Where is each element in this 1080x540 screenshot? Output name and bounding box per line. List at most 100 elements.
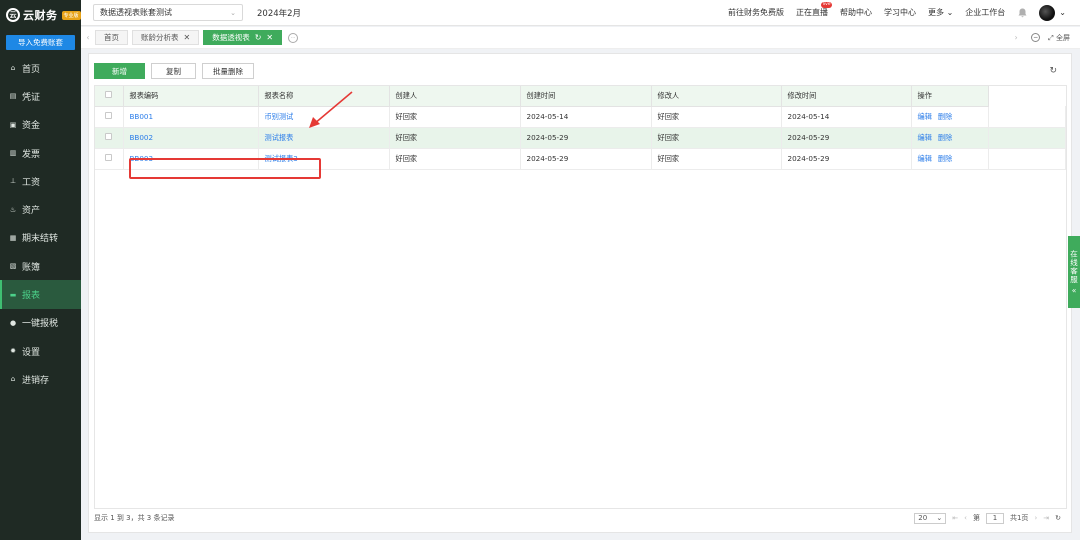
close-icon[interactable]: ✕ [266, 33, 273, 42]
more-menu[interactable]: 更多 ⌄ [928, 7, 953, 18]
avatar[interactable] [1039, 4, 1056, 21]
next-page-icon[interactable]: › [1034, 514, 1037, 522]
sidebar-item-label: 期末结转 [22, 234, 59, 245]
report-name-link[interactable]: 测试报表 [265, 133, 294, 142]
report-code-link[interactable]: BB003 [130, 154, 154, 163]
row-checkbox[interactable] [105, 154, 113, 161]
table-row[interactable]: BB003 测试报表3 好回家 2024-05-29 好回家 2024-05-29 编辑 删除 [95, 148, 1067, 170]
sidebar-item-voucher[interactable]: ▤ 凭证 [0, 82, 81, 110]
first-page-icon[interactable]: ⇤ [952, 514, 958, 522]
page-size-select[interactable]: 20 ⌄ [914, 512, 947, 524]
link-enterprise-workbench[interactable]: 企业工作台 [965, 7, 1005, 18]
add-button[interactable]: 新增 [94, 63, 145, 79]
tabs-scroll-left-icon[interactable]: ‹ [81, 33, 95, 42]
more-tabs-icon[interactable]: ··· [288, 32, 299, 43]
report-code-link[interactable]: BB001 [130, 112, 154, 121]
sidebar-item-fund[interactable]: ▣ 资金 [0, 111, 81, 139]
select-all-checkbox[interactable] [105, 91, 113, 99]
row-select-cell [95, 148, 124, 170]
sidebar-item-label: 报表 [22, 291, 41, 302]
sidebar: 云 云财务 专业版 导入免费账套 ⌂ 首页 ▤ 凭证 ▣ 资金 ▥ 发票 ⊥ 工资 ♨ 资产 ▦ 期末结转… [0, 0, 81, 540]
row-checkbox[interactable] [105, 112, 113, 119]
sidebar-item-settings[interactable]: ✹ 设置 [0, 337, 81, 365]
refresh-icon[interactable]: ↻ [255, 33, 262, 42]
inventory-icon: ⌂ [10, 375, 16, 384]
delete-link[interactable]: 删除 [938, 154, 952, 163]
edit-link[interactable]: 编辑 [918, 154, 932, 163]
column-header-name[interactable]: 报表名称 [258, 86, 390, 107]
tab-home[interactable]: 首页 [95, 30, 128, 45]
more-menu-label: 更多 [928, 8, 945, 17]
salary-icon: ⊥ [9, 177, 17, 186]
sidebar-item-report[interactable]: ▬ 报表 [0, 280, 81, 309]
sidebar-item-tax[interactable]: ● 一键报税 [0, 309, 81, 337]
cell-modified: 2024-05-14 [781, 106, 912, 128]
close-all-icon[interactable]: − [1031, 33, 1041, 42]
row-checkbox[interactable] [105, 133, 113, 140]
accounting-period[interactable]: 2024年2月 [257, 7, 301, 19]
link-free-version[interactable]: 前往财务免费版 [728, 7, 784, 18]
page-number-input[interactable]: 1 [985, 512, 1004, 524]
table-row[interactable]: BB002 测试报表 好回家 2024-05-29 好回家 2024-05-29 编辑 删除 [95, 127, 1067, 149]
tabs-scroll-right-icon[interactable]: › [1009, 33, 1023, 42]
link-learning-center[interactable]: 学习中心 [884, 7, 916, 18]
sidebar-item-asset[interactable]: ♨ 资产 [0, 195, 81, 223]
tab-pivot-table[interactable]: 数据透视表 ↻ ✕ [203, 30, 283, 45]
sidebar-item-ledger[interactable]: ▧ 账簿 [0, 252, 81, 280]
report-name-link[interactable]: 币别测试 [265, 112, 294, 121]
cell-code[interactable]: BB003 [123, 148, 259, 170]
cell-name[interactable]: 测试报表3 [258, 148, 390, 170]
sidebar-item-period-close[interactable]: ▦ 期末结转 [0, 224, 81, 252]
column-header-created[interactable]: 创建时间 [520, 86, 652, 107]
cell-code[interactable]: BB002 [123, 127, 259, 149]
chevron-down-icon[interactable]: ⌄ [1059, 8, 1066, 17]
last-page-icon[interactable]: ⇥ [1043, 514, 1049, 522]
cell-name[interactable]: 测试报表 [258, 127, 390, 149]
page-prefix: 第 [972, 514, 980, 522]
prev-page-icon[interactable]: ‹ [964, 514, 967, 522]
fullscreen-button[interactable]: ⤢ 全屏 [1048, 33, 1070, 43]
bell-icon[interactable] [1017, 8, 1027, 18]
close-icon[interactable]: ✕ [184, 33, 191, 42]
column-header-modified[interactable]: 修改时间 [781, 86, 912, 107]
live-badge: live [821, 2, 833, 8]
refresh-icon[interactable]: ↻ [1049, 66, 1057, 76]
cell-code[interactable]: BB001 [123, 106, 259, 128]
column-header-modifier[interactable]: 修改人 [651, 86, 782, 107]
cell-modified: 2024-05-29 [781, 127, 912, 149]
tab-aging-analysis[interactable]: 账龄分析表 ✕ [132, 30, 200, 45]
column-header-code[interactable]: 报表编码 [123, 86, 259, 107]
invoice-icon: ▥ [9, 149, 17, 158]
cell-name[interactable]: 币别测试 [258, 106, 390, 128]
link-help-center[interactable]: 帮助中心 [840, 7, 872, 18]
copy-button[interactable]: 复制 [151, 63, 196, 79]
delete-link[interactable]: 删除 [938, 133, 952, 142]
column-header-creator[interactable]: 创建人 [389, 86, 521, 107]
account-select[interactable]: 数据透视表账套测试 ⌄ [93, 4, 243, 21]
cell-created: 2024-05-29 [520, 148, 652, 170]
batch-delete-button[interactable]: 批量删除 [202, 63, 254, 79]
fullscreen-icon: ⤢ [1048, 33, 1054, 42]
sidebar-item-salary[interactable]: ⊥ 工资 [0, 167, 81, 195]
report-code-link[interactable]: BB002 [130, 133, 154, 142]
table-row[interactable]: BB001 币别测试 好回家 2024-05-14 好回家 2024-05-14 编辑 删除 [95, 106, 1067, 128]
edit-link[interactable]: 编辑 [918, 133, 932, 142]
delete-link[interactable]: 删除 [938, 112, 952, 121]
cell-creator: 好回家 [389, 127, 521, 149]
report-name-link[interactable]: 测试报表3 [265, 154, 298, 163]
cell-created: 2024-05-14 [520, 106, 652, 128]
link-live[interactable]: 正在直播 live [796, 2, 833, 18]
sidebar-item-label: 资产 [22, 206, 41, 217]
cell-modifier: 好回家 [651, 106, 782, 128]
sidebar-item-inventory[interactable]: ⌂ 进销存 [0, 365, 81, 393]
import-free-account-button[interactable]: 导入免费账套 [6, 35, 75, 50]
sidebar-item-home[interactable]: ⌂ 首页 [0, 54, 81, 82]
home-icon: ⌂ [10, 64, 16, 73]
sidebar-item-invoice[interactable]: ▥ 发票 [0, 139, 81, 167]
online-service-tab[interactable]: 在线客服 « [1068, 236, 1080, 308]
edit-link[interactable]: 编辑 [918, 112, 932, 121]
column-header-actions: 操作 [911, 86, 989, 107]
chevron-down-icon: ⌄ [230, 8, 236, 17]
row-select-cell [95, 127, 124, 149]
refresh-icon[interactable]: ↻ [1055, 514, 1061, 522]
